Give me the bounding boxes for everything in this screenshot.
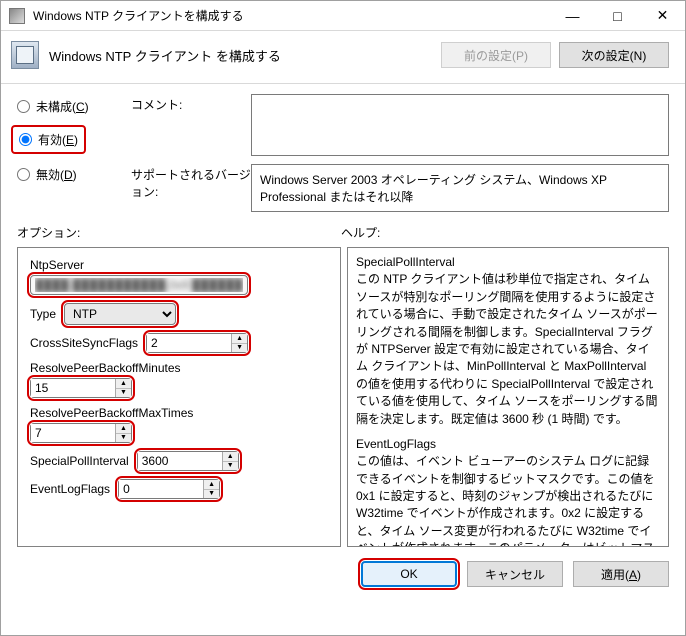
next-setting-button[interactable]: 次の設定(N) xyxy=(559,42,669,68)
ntpserver-input[interactable] xyxy=(30,275,248,295)
type-label: Type xyxy=(30,307,56,321)
radio-disabled-input[interactable] xyxy=(17,168,30,181)
comment-label: コメント: xyxy=(131,94,251,113)
specialpoll-input[interactable] xyxy=(138,452,222,470)
chevron-down-icon[interactable]: ▼ xyxy=(116,434,131,443)
resolvemax-arrows[interactable]: ▲▼ xyxy=(115,424,131,442)
chevron-down-icon[interactable]: ▼ xyxy=(223,462,238,471)
resolvemax-spinner[interactable]: ▲▼ xyxy=(30,423,132,443)
policy-title: Windows NTP クライアント を構成する xyxy=(49,46,433,65)
options-label: オプション: xyxy=(17,224,341,241)
radio-enabled-input[interactable] xyxy=(19,133,32,146)
radio-disabled[interactable]: 無効(D) xyxy=(17,166,131,183)
header: Windows NTP クライアント を構成する 前の設定(P) 次の設定(N) xyxy=(1,31,685,84)
type-select[interactable]: NTP xyxy=(64,303,176,325)
app-icon xyxy=(9,8,25,24)
cancel-button[interactable]: キャンセル xyxy=(467,561,563,587)
ntpserver-label: NtpServer xyxy=(30,258,328,272)
crosssite-input[interactable] xyxy=(147,334,231,352)
comment-textarea[interactable] xyxy=(251,94,669,156)
radio-enabled[interactable]: 有効(E) xyxy=(19,131,78,148)
section-labels: オプション: ヘルプ: xyxy=(1,222,685,247)
options-panel: NtpServer Type NTP CrossSiteSyncFlags ▲▼… xyxy=(17,247,341,547)
resolvemin-label: ResolvePeerBackoffMinutes xyxy=(30,361,328,375)
crosssite-spinner[interactable]: ▲▼ xyxy=(146,333,248,353)
policy-icon xyxy=(11,41,39,69)
help-panel[interactable]: SpecialPollInterval この NTP クライアント値は秒単位で指… xyxy=(347,247,669,547)
supported-label: サポートされるバージョン: xyxy=(131,164,251,200)
chevron-up-icon[interactable]: ▲ xyxy=(223,452,238,462)
panels: NtpServer Type NTP CrossSiteSyncFlags ▲▼… xyxy=(1,247,685,547)
resolvemin-arrows[interactable]: ▲▼ xyxy=(115,379,131,397)
state-column: 未構成(C) 有効(E) 無効(D) xyxy=(17,94,131,212)
supported-box: Windows Server 2003 オペレーティング システム、Window… xyxy=(251,164,669,212)
titlebar: Windows NTP クライアントを構成する — □ ✕ xyxy=(1,1,685,31)
crosssite-arrows[interactable]: ▲▼ xyxy=(231,334,247,352)
help-p2-title: EventLogFlags xyxy=(356,437,436,451)
resolvemin-spinner[interactable]: ▲▼ xyxy=(30,378,132,398)
chevron-up-icon[interactable]: ▲ xyxy=(204,480,219,490)
resolvemin-input[interactable] xyxy=(31,379,115,397)
eventlog-input[interactable] xyxy=(119,480,203,498)
eventlog-spinner[interactable]: ▲▼ xyxy=(118,479,220,499)
window-title: Windows NTP クライアントを構成する xyxy=(33,7,550,24)
help-p2-body: この値は、イベント ビューアーのシステム ログに記録できるイベントを制御するビッ… xyxy=(356,454,658,547)
comment-column: コメント: サポートされるバージョン: Windows Server 2003 … xyxy=(131,94,669,212)
specialpoll-arrows[interactable]: ▲▼ xyxy=(222,452,238,470)
config-upper: 未構成(C) 有効(E) 無効(D) コメント: サポートされるバージョン: W… xyxy=(1,84,685,222)
apply-button[interactable]: 適用(A) xyxy=(573,561,669,587)
footer: OK キャンセル 適用(A) xyxy=(1,547,685,587)
chevron-down-icon[interactable]: ▼ xyxy=(204,490,219,499)
specialpoll-label: SpecialPollInterval xyxy=(30,454,129,468)
help-p1-body: この NTP クライアント値は秒単位で指定され、タイム ソースが特別なポーリング… xyxy=(356,272,658,425)
minimize-button[interactable]: — xyxy=(550,1,595,31)
ok-button[interactable]: OK xyxy=(361,561,457,587)
eventlog-arrows[interactable]: ▲▼ xyxy=(203,480,219,498)
radio-enabled-wrap: 有効(E) xyxy=(11,125,86,154)
help-label: ヘルプ: xyxy=(341,224,380,241)
chevron-down-icon[interactable]: ▼ xyxy=(232,344,247,353)
maximize-button[interactable]: □ xyxy=(595,1,640,31)
crosssite-label: CrossSiteSyncFlags xyxy=(30,336,138,350)
chevron-up-icon[interactable]: ▲ xyxy=(232,334,247,344)
chevron-up-icon[interactable]: ▲ xyxy=(116,379,131,389)
radio-not-configured[interactable]: 未構成(C) xyxy=(17,98,131,115)
help-p1-title: SpecialPollInterval xyxy=(356,255,455,269)
chevron-up-icon[interactable]: ▲ xyxy=(116,424,131,434)
chevron-down-icon[interactable]: ▼ xyxy=(116,389,131,398)
radio-not-configured-input[interactable] xyxy=(17,100,30,113)
close-button[interactable]: ✕ xyxy=(640,1,685,31)
resolvemax-label: ResolvePeerBackoffMaxTimes xyxy=(30,406,328,420)
eventlog-label: EventLogFlags xyxy=(30,482,110,496)
resolvemax-input[interactable] xyxy=(31,424,115,442)
prev-setting-button: 前の設定(P) xyxy=(441,42,551,68)
specialpoll-spinner[interactable]: ▲▼ xyxy=(137,451,239,471)
